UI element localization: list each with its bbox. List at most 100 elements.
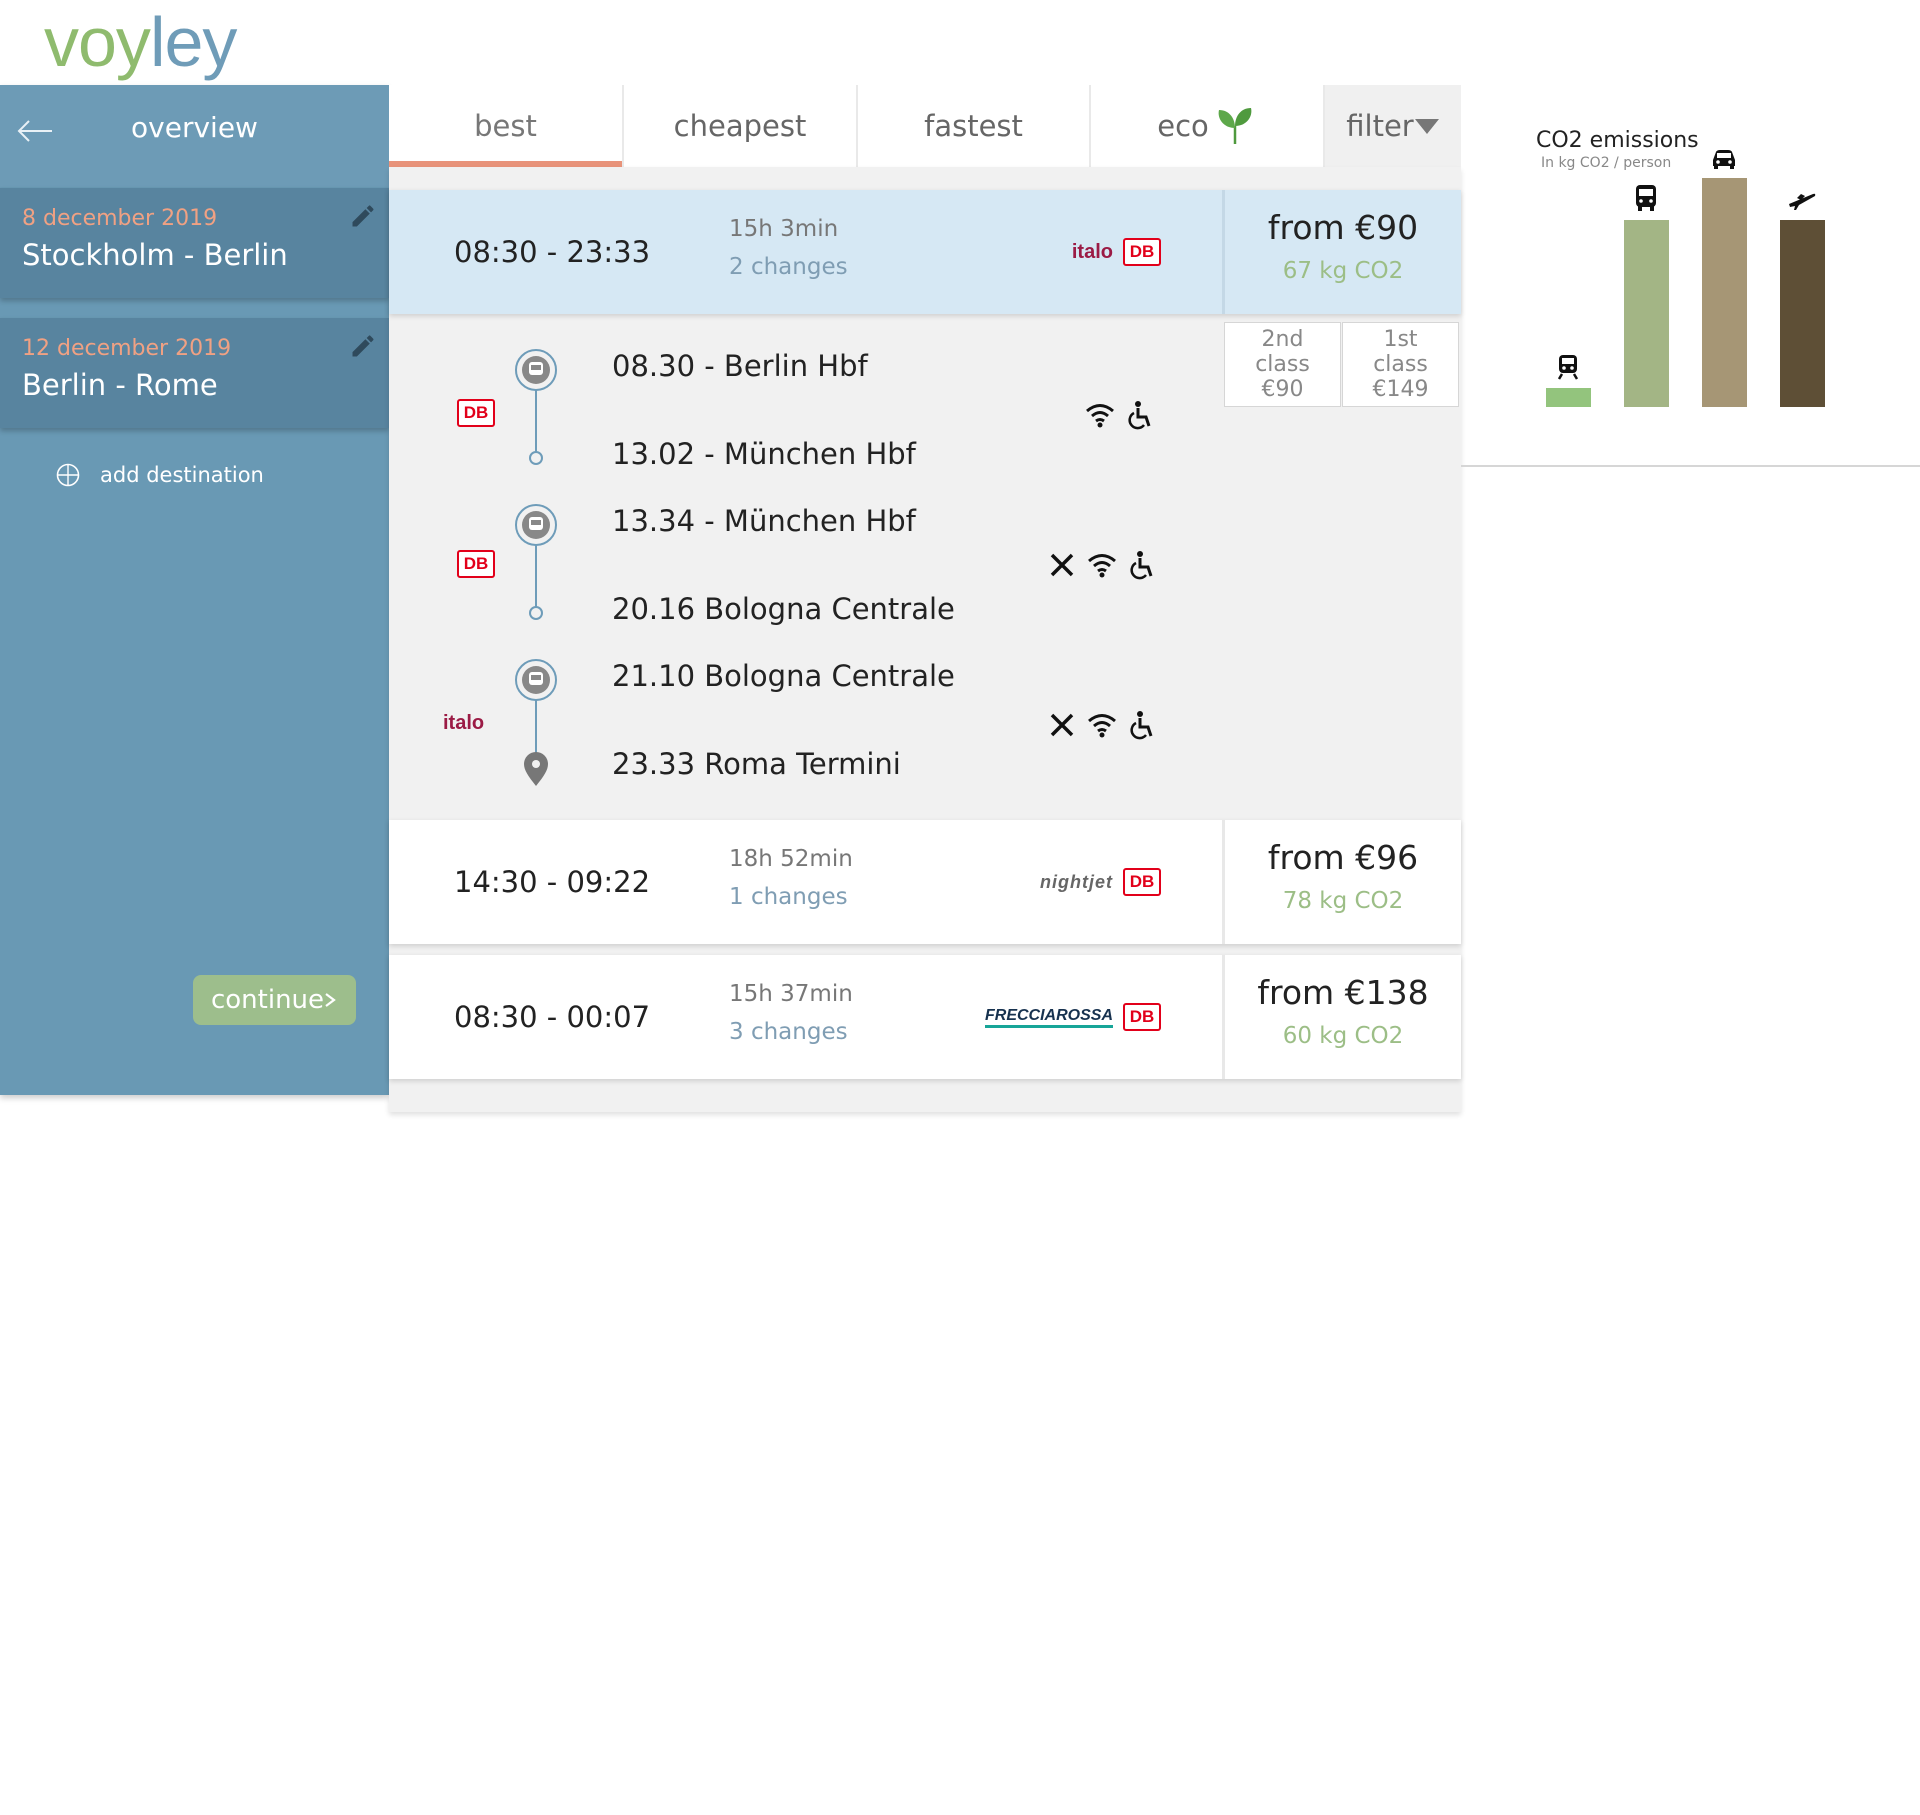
result-price: from €138: [1257, 973, 1429, 1012]
frecciarossa-logo: FRECCIAROSSA: [984, 1007, 1113, 1028]
result-co2: 67 kg CO2: [1282, 258, 1404, 284]
sort-tabs: best cheapest fastest eco filter: [389, 85, 1461, 167]
result-duration: 18h 52min: [729, 846, 853, 872]
sidebar-header: overview: [0, 85, 389, 187]
result-time: 08:30 - 00:07: [454, 1000, 651, 1034]
leg-item-berlin-rome[interactable]: 12 december 2019 Berlin - Rome: [0, 318, 389, 428]
result-changes: 3 changes: [729, 1019, 848, 1045]
italo-logo: italo: [1071, 240, 1113, 263]
wheelchair-icon: [1128, 401, 1151, 430]
sidebar: overview 8 december 2019 Stockholm - Ber…: [0, 85, 413, 1095]
db-logo: DB: [1123, 1003, 1161, 1031]
amenities: [1085, 400, 1153, 430]
wheelchair-icon: [1130, 711, 1153, 740]
result-changes: 1 changes: [729, 884, 848, 910]
stop-departure: 08.30 - Berlin Hbf: [612, 349, 868, 383]
train-icon: [515, 504, 557, 620]
result-time: 14:30 - 09:22: [454, 865, 651, 899]
leg-route: Berlin - Rome: [22, 368, 218, 402]
tab-label: cheapest: [673, 109, 807, 143]
bar-plane: [1780, 220, 1825, 407]
restaurant-icon: [1050, 553, 1074, 577]
filter-dropdown[interactable]: filter: [1325, 85, 1461, 167]
filter-label: filter: [1346, 109, 1414, 143]
class-option-2nd[interactable]: 2nd class €90: [1224, 322, 1341, 407]
class-price: €149: [1372, 377, 1429, 402]
amenities: [1049, 550, 1155, 580]
train-icon: [515, 659, 557, 786]
bar-bus: [1624, 220, 1669, 407]
db-logo: DB: [1123, 868, 1161, 896]
co2-chart: [1461, 150, 1920, 470]
bus-icon: [1636, 185, 1656, 211]
chart-title: CO2 emissions: [1536, 128, 1699, 153]
wifi-icon: [1086, 404, 1114, 428]
tab-label: best: [474, 109, 537, 143]
leg-route: Stockholm - Berlin: [22, 238, 288, 272]
sidebar-title: overview: [131, 111, 258, 144]
result-changes: 2 changes: [729, 254, 848, 280]
stop-departure: 21.10 Bologna Centrale: [612, 659, 955, 693]
bar-car: [1702, 178, 1747, 407]
result-row[interactable]: 08:30 - 00:07 15h 37min 3 changes FRECCI…: [389, 955, 1461, 1079]
plane-icon: [1789, 193, 1816, 210]
chevron-right-icon: [325, 993, 336, 1007]
class-line1: 2nd: [1261, 327, 1304, 352]
wheelchair-icon: [1130, 551, 1153, 580]
db-logo: DB: [457, 550, 495, 578]
result-price: from €90: [1267, 208, 1419, 247]
db-logo: DB: [457, 399, 495, 427]
result-co2: 60 kg CO2: [1282, 1023, 1404, 1049]
class-line2: class: [1255, 352, 1310, 377]
result-row[interactable]: 08:30 - 23:33 15h 3min 2 changes italo D…: [389, 190, 1461, 314]
tab-fastest[interactable]: fastest: [858, 85, 1089, 167]
leg-date: 12 december 2019: [22, 336, 232, 361]
continue-label: continue: [210, 985, 325, 1015]
logo-part2: ley: [149, 3, 237, 81]
logo-part1: voy: [44, 3, 151, 81]
leaf-icon: [1218, 108, 1252, 144]
class-option-1st[interactable]: 1st class €149: [1342, 322, 1459, 407]
operator-logos: italo DB: [1072, 190, 1161, 314]
result-co2: 78 kg CO2: [1282, 888, 1404, 914]
class-price: €90: [1261, 377, 1304, 402]
italo-logo: italo: [443, 712, 485, 734]
stop-arrival: 20.16 Bologna Centrale: [612, 592, 955, 626]
continue-button[interactable]: continue: [193, 975, 356, 1025]
pencil-icon[interactable]: [349, 202, 377, 230]
stop-arrival: 23.33 Roma Termini: [612, 747, 901, 781]
nightjet-logo: nightjet: [1040, 871, 1113, 892]
train-icon: [515, 349, 557, 465]
tab-best[interactable]: best: [389, 85, 622, 167]
pencil-icon[interactable]: [349, 332, 377, 360]
result-time: 08:30 - 23:33: [454, 235, 651, 269]
result-price: from €96: [1267, 838, 1419, 877]
class-line2: class: [1373, 352, 1428, 377]
stop-arrival: 13.02 - München Hbf: [612, 437, 916, 471]
result-duration: 15h 3min: [729, 216, 839, 242]
car-icon: [1713, 150, 1735, 169]
amenities: [1049, 710, 1155, 740]
tab-cheapest[interactable]: cheapest: [624, 85, 856, 167]
stop-departure: 13.34 - München Hbf: [612, 504, 916, 538]
chart-subtitle: In kg CO2 / person: [1541, 155, 1672, 171]
voyley-logo: voyley: [44, 2, 237, 82]
leg-item-stockholm-berlin[interactable]: 8 december 2019 Stockholm - Berlin: [0, 188, 389, 298]
result-duration: 15h 37min: [729, 981, 853, 1007]
price-box: from €90 67 kg CO2: [1222, 190, 1461, 314]
triangle-down-icon: [1414, 119, 1439, 134]
class-line1: 1st: [1383, 327, 1418, 352]
wifi-icon: [1088, 714, 1116, 738]
leg-date: 8 december 2019: [22, 206, 218, 231]
tab-eco[interactable]: eco: [1091, 85, 1323, 167]
add-destination-label: add destination: [100, 463, 264, 487]
operator-logos: FRECCIAROSSA DB: [984, 955, 1161, 1079]
chart-divider: [1461, 465, 1920, 467]
add-destination-button[interactable]: add destination: [56, 460, 264, 490]
price-box: from €138 60 kg CO2: [1222, 955, 1461, 1079]
tab-label: eco: [1157, 109, 1209, 143]
operator-logos: nightjet DB: [1040, 820, 1161, 944]
train-icon: [1557, 355, 1579, 380]
add-circle-icon: [56, 463, 80, 487]
result-row[interactable]: 14:30 - 09:22 18h 52min 1 changes nightj…: [389, 820, 1461, 944]
